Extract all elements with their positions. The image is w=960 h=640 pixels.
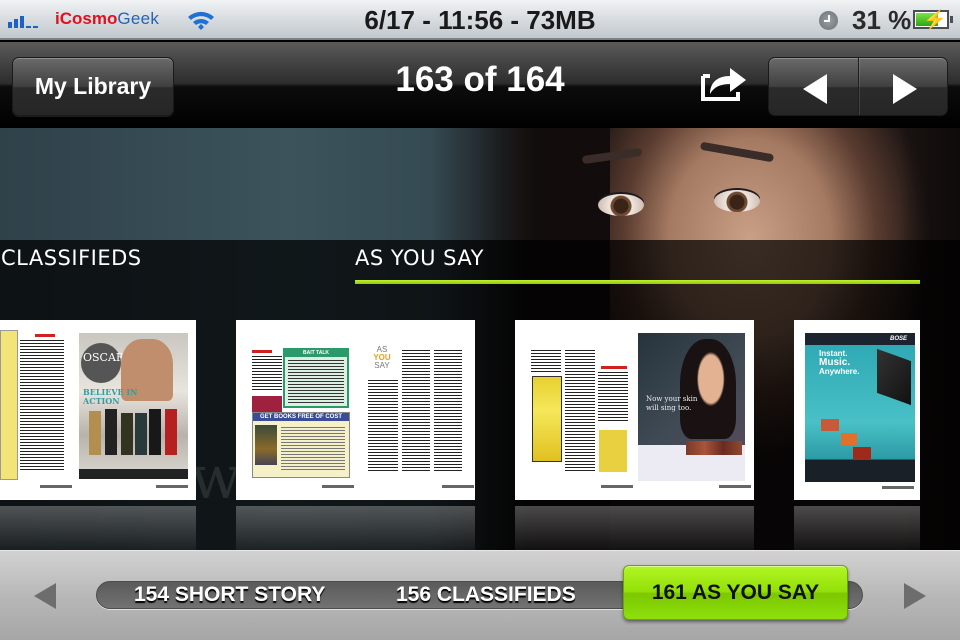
nav-bar: My Library 163 of 164 [0, 42, 960, 128]
bait-talk-box: BAIT TALK [283, 348, 349, 408]
bose-ad-line3: Anywhere. [819, 367, 860, 376]
oscar-ad-title: OSCAR [83, 351, 125, 364]
free-books-box: GET BOOKS FREE OF COST [252, 412, 350, 478]
skin-ad: Now your skin will sing too. [638, 333, 745, 481]
section-chip-as-you-say-active[interactable]: 161 AS YOU SAY [623, 565, 848, 620]
page-thumbnail[interactable]: BOSE Instant. Music. Anywhere. [794, 320, 920, 500]
bose-ad: BOSE Instant. Music. Anywhere. [805, 333, 915, 482]
bose-brand: BOSE [889, 336, 907, 342]
triangle-left-icon [803, 74, 827, 104]
section-tab-classifieds[interactable]: CLASSIFIEDS [1, 246, 142, 270]
skin-ad-tagline: Now your skin will sing too. [646, 395, 698, 412]
section-navigator-bar: 154 SHORT STORY 156 CLASSIFIEDS 161 AS Y… [0, 550, 960, 640]
page-thumbnail[interactable]: Now your skin will sing too. [515, 320, 754, 500]
thumbnail-reflection [236, 506, 475, 550]
bose-ad-line2: Music. [819, 357, 851, 368]
triangle-right-icon [892, 74, 917, 104]
section-chip-classifieds[interactable]: 156 CLASSIFIEDS [396, 583, 576, 607]
oscar-ad-tagline: BELIEVE IN ACTION [83, 387, 138, 406]
share-icon[interactable] [700, 62, 748, 102]
selected-section-underline [355, 280, 920, 284]
hero-eye [714, 190, 760, 212]
thumbnail-reflection [0, 506, 196, 550]
status-bar: iCosmoGeek 6/17 - 11:56 - 73MB 31 % ⚡ [0, 0, 960, 40]
as-you-say-logo: AS YOU SAY [367, 346, 397, 374]
section-tab-as-you-say[interactable]: AS YOU SAY [355, 246, 484, 270]
my-library-button[interactable]: My Library [12, 57, 174, 116]
scroll-right-button[interactable] [904, 583, 926, 609]
bolt-icon: ⚡ [923, 10, 947, 31]
thumbnail-reflection [794, 506, 920, 550]
scroll-left-button[interactable] [34, 583, 56, 609]
page-thumbnail[interactable]: OSCAR BELIEVE IN ACTION [0, 320, 196, 500]
next-page-button[interactable] [857, 58, 948, 115]
ad-fragment [0, 330, 18, 480]
battery-percent: 31 % [852, 5, 912, 35]
page-nav-segmented-control [768, 57, 948, 116]
page-counter-title: 163 of 164 [395, 60, 565, 99]
section-chip-short-story[interactable]: 154 SHORT STORY [134, 583, 325, 607]
hero-eye [598, 194, 644, 216]
background-watermark: w [190, 443, 242, 513]
page-thumbnail[interactable]: BAIT TALK GET BOOKS FREE OF COST AS YOU … [236, 320, 475, 500]
previous-page-button[interactable] [769, 58, 858, 115]
clock-icon [819, 11, 838, 30]
thumbnail-reflection [515, 506, 754, 550]
status-center-text: 6/17 - 11:56 - 73MB [364, 5, 596, 35]
bait-talk-heading: BAIT TALK [285, 350, 347, 357]
battery-charging-icon: ⚡ [913, 10, 953, 31]
free-books-heading: GET BOOKS FREE OF COST [253, 413, 349, 421]
section-browser: w CLASSIFIEDS AS YOU SAY OSCAR BELIEVE I… [0, 128, 960, 550]
oscar-ad: OSCAR BELIEVE IN ACTION [79, 333, 188, 479]
logo-say: SAY [374, 361, 390, 370]
